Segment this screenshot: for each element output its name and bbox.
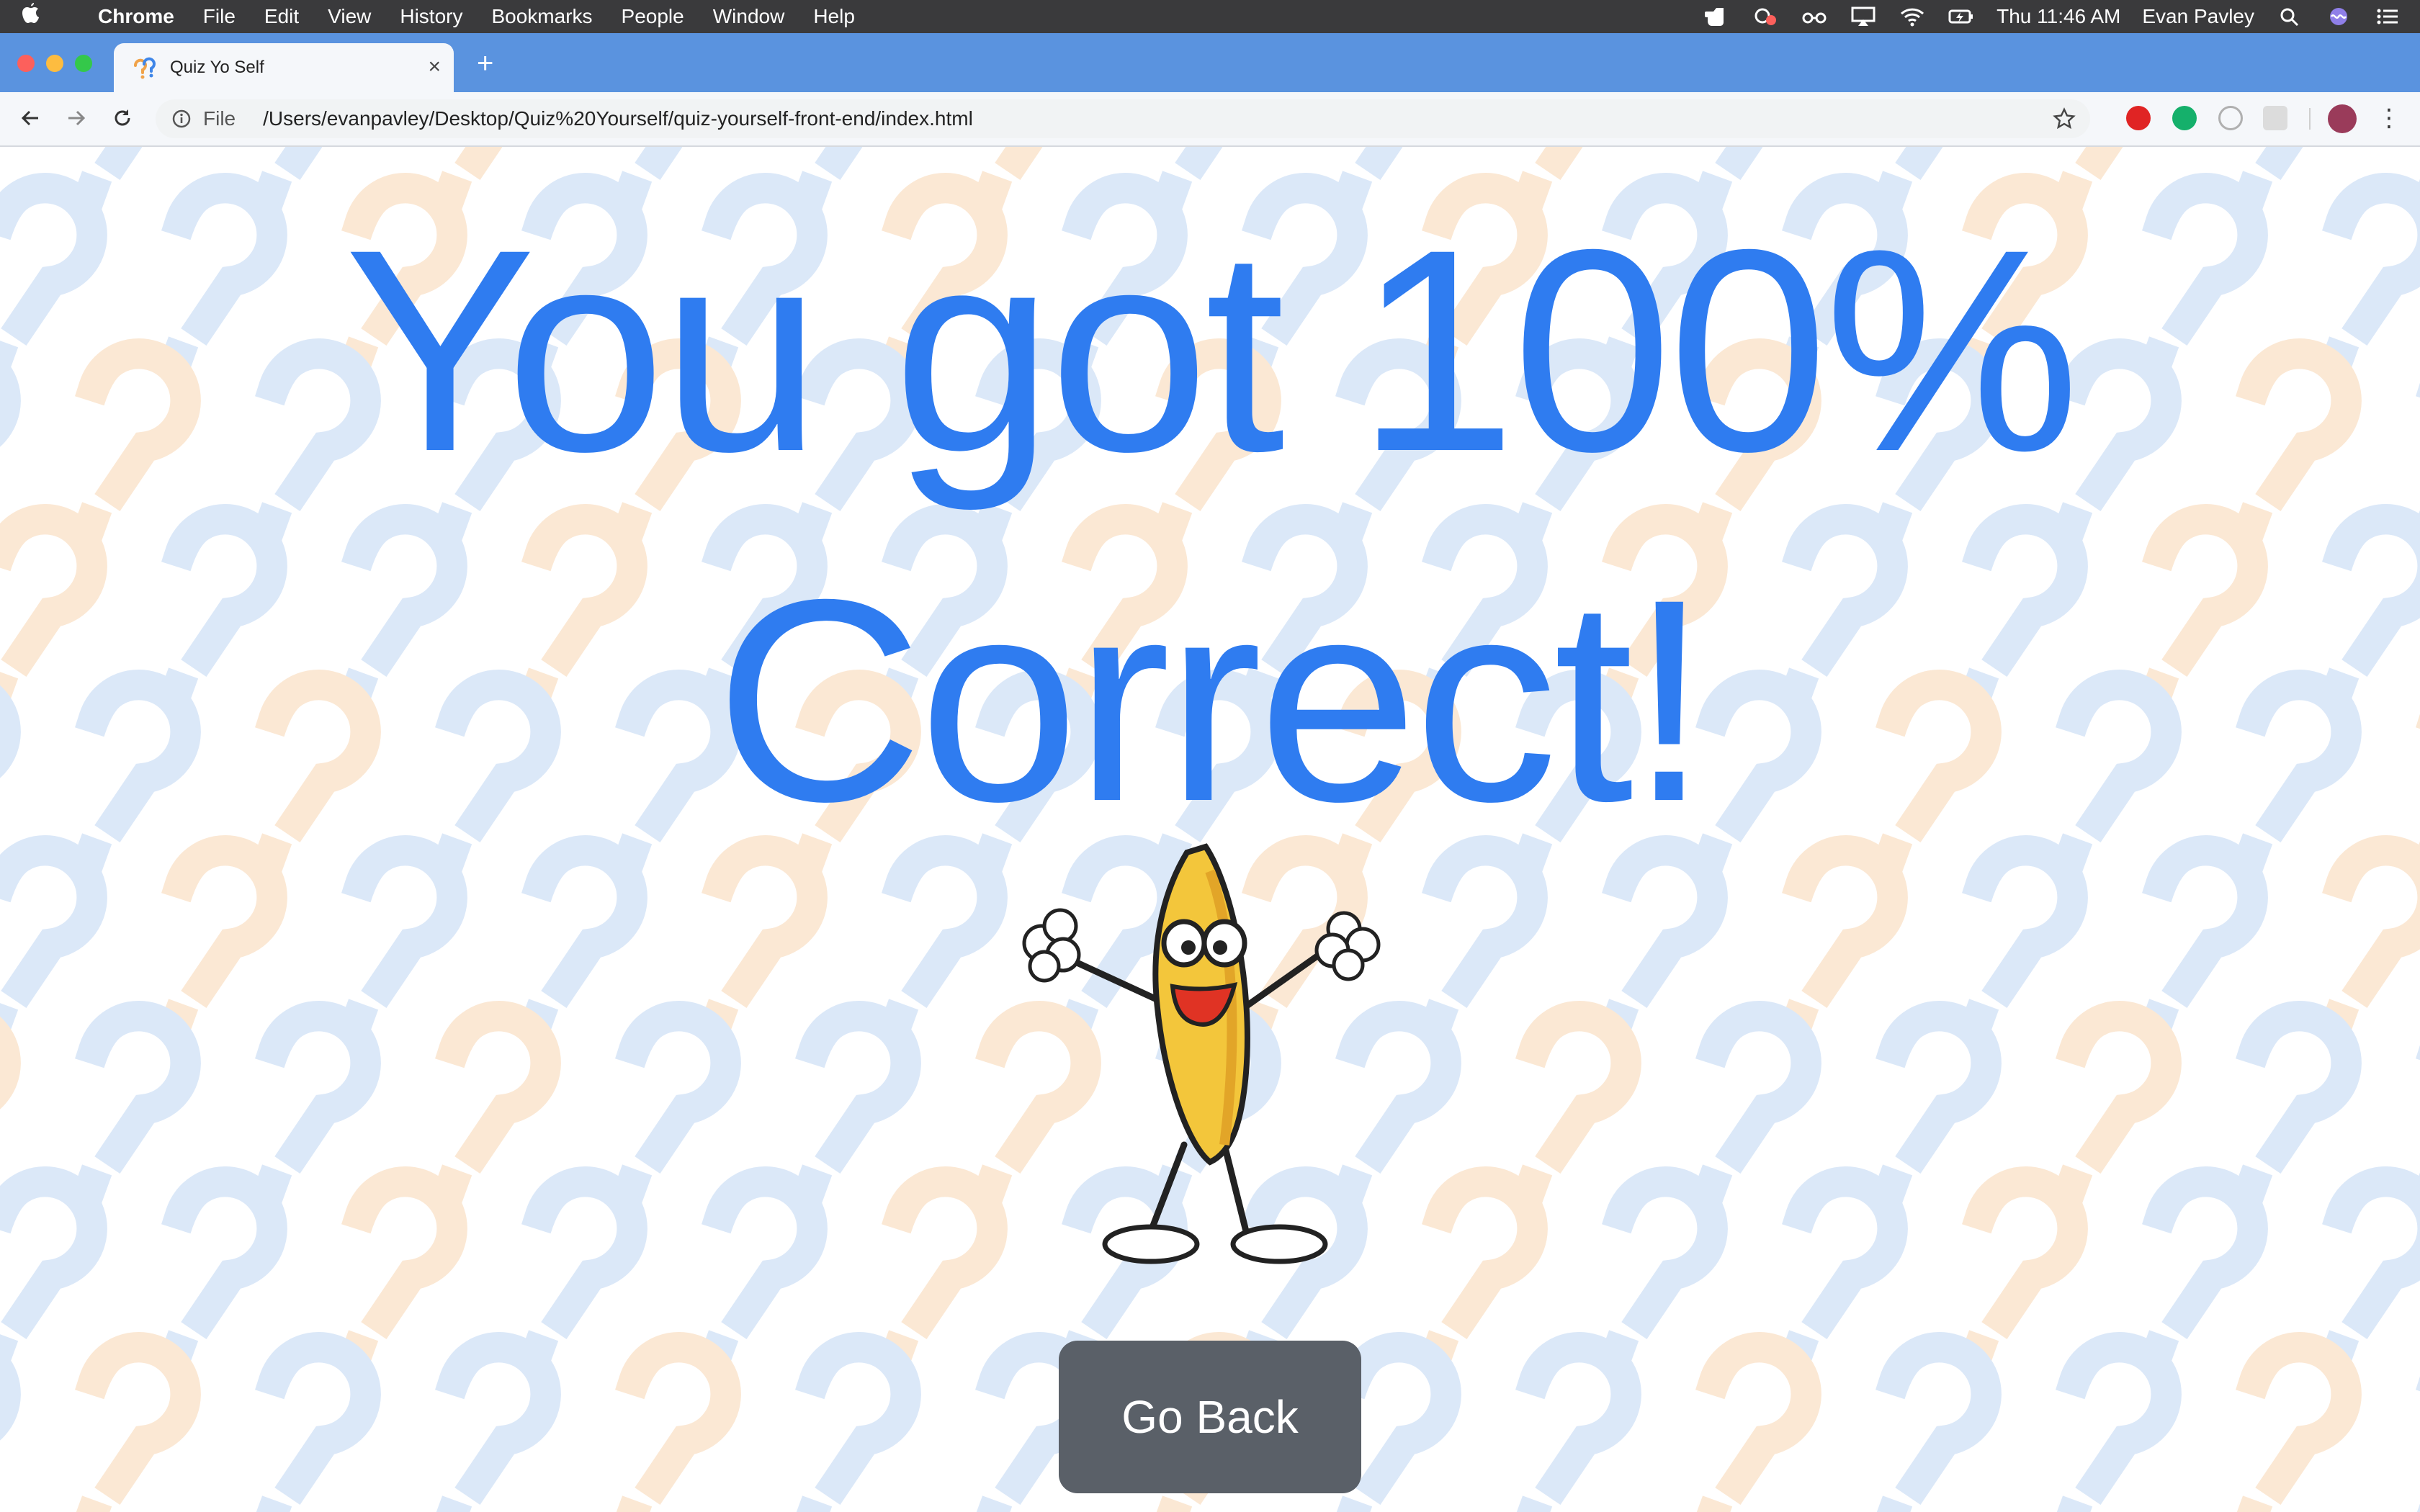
browser-toolbar: File /Users/evanpavley/Desktop/Quiz%20Yo… <box>0 92 2420 147</box>
wifi-icon[interactable] <box>1899 6 1926 27</box>
siri-icon[interactable] <box>2325 6 2352 27</box>
battery-charging-icon[interactable] <box>1948 6 1975 27</box>
pattern-question-mark <box>0 1334 19 1512</box>
tab-close-icon[interactable]: × <box>428 56 441 78</box>
airplay-icon[interactable] <box>1850 6 1877 27</box>
glasses-icon[interactable] <box>1801 6 1828 27</box>
window-close-button[interactable] <box>17 55 35 72</box>
pattern-question-mark <box>45 1334 199 1512</box>
pattern-question-mark <box>0 175 105 388</box>
status-area: Thu 11:46 AM Evan Pavley <box>1703 0 2401 33</box>
cloud-sync-icon[interactable] <box>1752 6 1779 27</box>
address-bar[interactable]: File /Users/evanpavley/Desktop/Quiz%20Yo… <box>156 99 2090 138</box>
window-zoom-button[interactable] <box>75 55 92 72</box>
pattern-question-mark <box>585 1334 739 1512</box>
go-back-button[interactable]: Go Back <box>1059 1341 1361 1493</box>
url-text[interactable]: /Users/evanpavley/Desktop/Quiz%20Yoursel… <box>263 107 973 130</box>
menu-people[interactable]: People <box>622 5 684 28</box>
adblock-extension-icon[interactable] <box>2126 106 2151 130</box>
pattern-question-mark <box>405 1334 559 1512</box>
menu-view[interactable]: View <box>328 5 371 28</box>
reload-icon[interactable] <box>108 104 137 132</box>
pattern-question-mark <box>2025 1334 2179 1512</box>
bookmark-star-icon[interactable] <box>2053 107 2076 130</box>
kebab-menu-icon[interactable]: ⋮ <box>2377 104 2401 132</box>
pattern-question-mark <box>765 1334 919 1512</box>
macos-menu-bar: Chrome File Edit View History Bookmarks … <box>0 0 2420 33</box>
pattern-question-mark <box>1485 1334 1639 1512</box>
forward-arrow-icon[interactable] <box>62 104 91 132</box>
back-arrow-icon[interactable] <box>16 104 45 132</box>
spotlight-search-icon[interactable] <box>2276 6 2303 27</box>
info-icon[interactable] <box>171 109 192 129</box>
extension-icon[interactable] <box>2218 106 2243 130</box>
pattern-question-mark <box>1845 1334 1999 1512</box>
grammarly-extension-icon[interactable] <box>2172 106 2197 130</box>
menu-history[interactable]: History <box>400 5 462 28</box>
quiz-result-page: You got 100% Correct! Go Back <box>0 147 2420 1512</box>
pattern-question-mark <box>0 1169 105 1382</box>
menu-window[interactable]: Window <box>713 5 785 28</box>
pattern-question-mark <box>225 1334 379 1512</box>
menubar-clock[interactable]: Thu 11:46 AM <box>1996 5 2120 28</box>
question-mark-favicon-icon <box>134 57 156 79</box>
browser-tab-strip: Quiz Yo Self × + <box>0 33 2420 92</box>
menubar-user-name[interactable]: Evan Pavley <box>2142 5 2254 28</box>
tab-title: Quiz Yo Self <box>170 58 264 77</box>
window-minimize-button[interactable] <box>46 55 63 72</box>
pattern-question-mark <box>1665 1334 1819 1512</box>
profile-avatar[interactable] <box>2328 104 2357 133</box>
menu-bookmarks[interactable]: Bookmarks <box>491 5 592 28</box>
notification-center-icon[interactable] <box>2374 6 2401 27</box>
pattern-question-mark <box>2205 1334 2360 1512</box>
cheering-banana-image <box>1022 843 1381 1264</box>
pattern-question-mark <box>2385 1334 2420 1512</box>
result-heading: You got 100% Correct! <box>344 189 2080 861</box>
evernote-elephant-icon[interactable] <box>1703 6 1730 27</box>
toolbar-divider <box>2309 108 2311 130</box>
apple-menu-icon[interactable] <box>20 1 60 32</box>
pattern-question-mark <box>0 506 105 719</box>
menu-help[interactable]: Help <box>813 5 855 28</box>
menu-app-chrome[interactable]: Chrome <box>98 5 174 28</box>
extension-puzzle-icon[interactable] <box>2263 106 2287 130</box>
tab-quiz-yo-self[interactable]: Quiz Yo Self × <box>114 43 454 92</box>
menu-file[interactable]: File <box>203 5 236 28</box>
pattern-question-mark <box>0 837 105 1050</box>
new-tab-button[interactable]: + <box>477 49 493 78</box>
url-scheme-label: File <box>203 107 236 130</box>
menu-edit[interactable]: Edit <box>264 5 299 28</box>
